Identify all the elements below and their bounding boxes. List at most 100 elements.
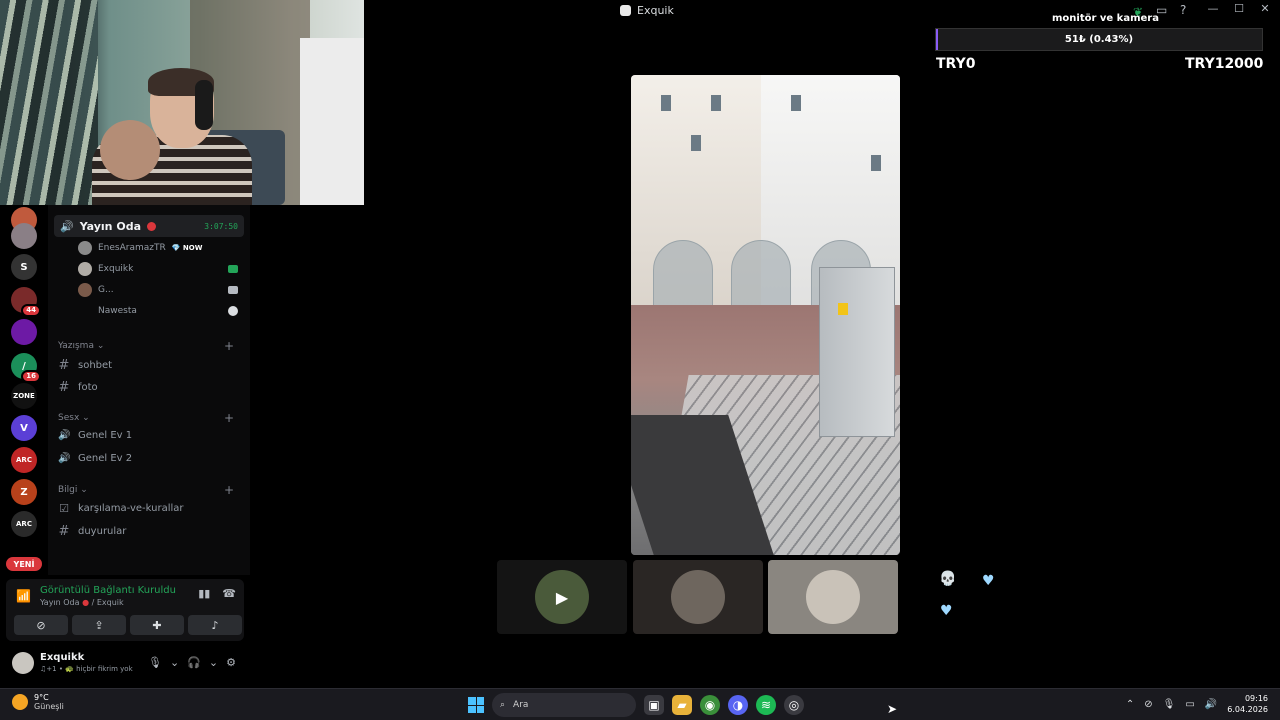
chrome-icon[interactable]: ◉ [700, 695, 720, 715]
participant-tile[interactable] [633, 560, 763, 634]
microphone-icon[interactable]: 🎙 [148, 656, 162, 669]
speaker-icon: 🔊 [60, 219, 74, 233]
channel-name: Genel Ev 2 [78, 453, 133, 464]
speaker-icon: 🔊 [58, 430, 71, 441]
activities-button[interactable]: ✚ [130, 615, 184, 635]
voice-member[interactable]: Nawesta [78, 302, 238, 320]
activities-icon: ✚ [152, 618, 162, 632]
microphone-icon[interactable]: 🎙 [1163, 699, 1176, 710]
server-icon[interactable]: 44 [11, 287, 41, 317]
add-channel-icon[interactable]: + [224, 483, 234, 497]
server-letter: Z [20, 486, 28, 498]
temperature: 9°C [34, 693, 49, 702]
heart-icon: ♥ [940, 603, 953, 619]
server-icon[interactable]: V [11, 415, 37, 441]
channel-name: sohbet [78, 360, 113, 371]
goal-min: TRY0 [936, 56, 976, 72]
discord-icon[interactable]: ◑ [728, 695, 748, 715]
camera-off-button[interactable]: ⊘ [14, 615, 68, 635]
mention-badge: 16 [21, 370, 41, 383]
headphones-icon[interactable]: 🎧 [187, 656, 201, 669]
window [871, 155, 881, 171]
channel-list: 🔊 Yayın Oda 3:07:50 EnesAramazTR 💎 NOW E… [48, 205, 250, 575]
member-name: Exquikk [98, 264, 134, 274]
server-icon[interactable]: ARC [11, 447, 37, 473]
weather-widget[interactable]: 9°C Güneşli [12, 693, 64, 711]
voice-status[interactable]: Görüntülü Bağlantı Kuruldu [40, 585, 176, 596]
speaker-icon: 🔊 [58, 453, 71, 464]
main-video-stream[interactable] [631, 75, 900, 555]
search-box[interactable]: ⌕ Ara [492, 693, 636, 717]
user-avatar[interactable] [12, 652, 34, 674]
taskbar: 9°C Güneşli ⌕ Ara ▣ ▰ ◉ ◑ ≋ ◎ ⌃ ⊘ 🎙 ▭ 🔊 … [0, 688, 1280, 720]
spotify-icon[interactable]: ≋ [756, 695, 776, 715]
streamer-arm [100, 120, 160, 180]
close-button[interactable]: ✕ [1256, 2, 1274, 15]
add-channel-icon[interactable]: + [224, 339, 234, 353]
voice-channel-name: Yayın Oda [79, 219, 141, 233]
channel-name: Genel Ev 1 [78, 430, 133, 441]
clock[interactable]: 09:16 6.04.2026 [1227, 693, 1268, 715]
minimize-button[interactable]: — [1204, 2, 1222, 15]
voice-location-channel: Yayın Oda [40, 598, 80, 607]
weather-desc: Güneşli [34, 702, 64, 711]
user-status: ♫+1 • 🐢 hiçbir fikrim yok [40, 665, 133, 673]
task-view-icon[interactable]: ▣ [644, 695, 664, 715]
voice-channel[interactable]: 🔊 Genel Ev 1 [58, 430, 132, 441]
category-header[interactable]: Yazışma ⌄ + [58, 339, 238, 353]
add-channel-icon[interactable]: + [224, 411, 234, 425]
file-explorer-icon[interactable]: ▰ [672, 695, 692, 715]
chevron-down-icon[interactable]: ⌄ [170, 656, 179, 669]
maximize-button[interactable]: ☐ [1230, 2, 1248, 15]
chevron-up-icon[interactable]: ⌃ [1126, 699, 1134, 710]
server-letter: S [20, 261, 28, 273]
headset [195, 80, 213, 130]
text-channel[interactable]: # duyurular [58, 524, 127, 539]
skull-emoji-icon: 💀 [939, 571, 957, 587]
server-icon[interactable]: ARC [11, 511, 37, 537]
screen-share-button[interactable]: ⇪ [72, 615, 126, 635]
windows-start-icon[interactable] [468, 697, 484, 713]
window [661, 95, 671, 111]
voice-member[interactable]: G... [78, 281, 238, 299]
network-icon[interactable]: ⊘ [1144, 699, 1152, 710]
goal-progress-text: 51₺ (0.43%) [1064, 34, 1134, 45]
text-channel[interactable]: ☑ karşılama-ve-kurallar [58, 502, 183, 515]
window-title: Exquik [620, 4, 674, 17]
sun-icon [12, 694, 28, 710]
voice-channel[interactable]: 🔊 Genel Ev 2 [58, 453, 132, 464]
text-channel[interactable]: # sohbet [58, 358, 113, 373]
server-letter: ZONE [13, 392, 35, 400]
obs-icon[interactable]: ◎ [784, 695, 804, 715]
chevron-down-icon[interactable]: ⌄ [209, 656, 218, 669]
server-icon[interactable] [11, 223, 37, 249]
server-icon[interactable]: ZONE [11, 383, 37, 409]
fridge [300, 38, 364, 205]
category-header[interactable]: Bilgi ⌄ + [58, 483, 238, 497]
disconnect-icon[interactable]: ☎ [222, 587, 236, 600]
category-header[interactable]: Sesx ⌄ + [58, 411, 238, 425]
participant-tile[interactable]: ▶ [497, 560, 627, 634]
curtain [0, 0, 98, 205]
soundboard-button[interactable]: ♪ [188, 615, 242, 635]
server-icon[interactable] [11, 319, 37, 345]
server-icon[interactable]: Z [11, 479, 37, 505]
participant-tile[interactable] [768, 560, 898, 634]
display-icon[interactable]: ▭ [1185, 699, 1194, 710]
voice-member[interactable]: Exquikk [78, 260, 238, 278]
new-badge[interactable]: YENİ [6, 557, 42, 571]
user-panel: Exquikk ♫+1 • 🐢 hiçbir fikrim yok 🎙 ⌄ 🎧 … [6, 646, 244, 682]
signal-icon[interactable]: 📶 [16, 589, 31, 603]
noise-suppression-icon[interactable]: ▮▮ [198, 587, 210, 600]
user-name[interactable]: Exquikk [40, 652, 84, 663]
server-icon[interactable]: /16 [11, 353, 41, 383]
video-camera-icon: ▶ [555, 587, 569, 607]
voice-member[interactable]: EnesAramazTR 💎 NOW [78, 239, 238, 257]
server-icon[interactable]: S [11, 254, 37, 280]
volume-icon[interactable]: 🔊 [1205, 699, 1217, 710]
text-channel[interactable]: # foto [58, 380, 98, 395]
chevron-down-icon[interactable] [228, 306, 238, 316]
voice-channel-row[interactable]: 🔊 Yayın Oda 3:07:50 [54, 215, 244, 237]
help-icon[interactable]: ? [1180, 3, 1186, 17]
gear-icon[interactable]: ⚙ [226, 656, 236, 669]
